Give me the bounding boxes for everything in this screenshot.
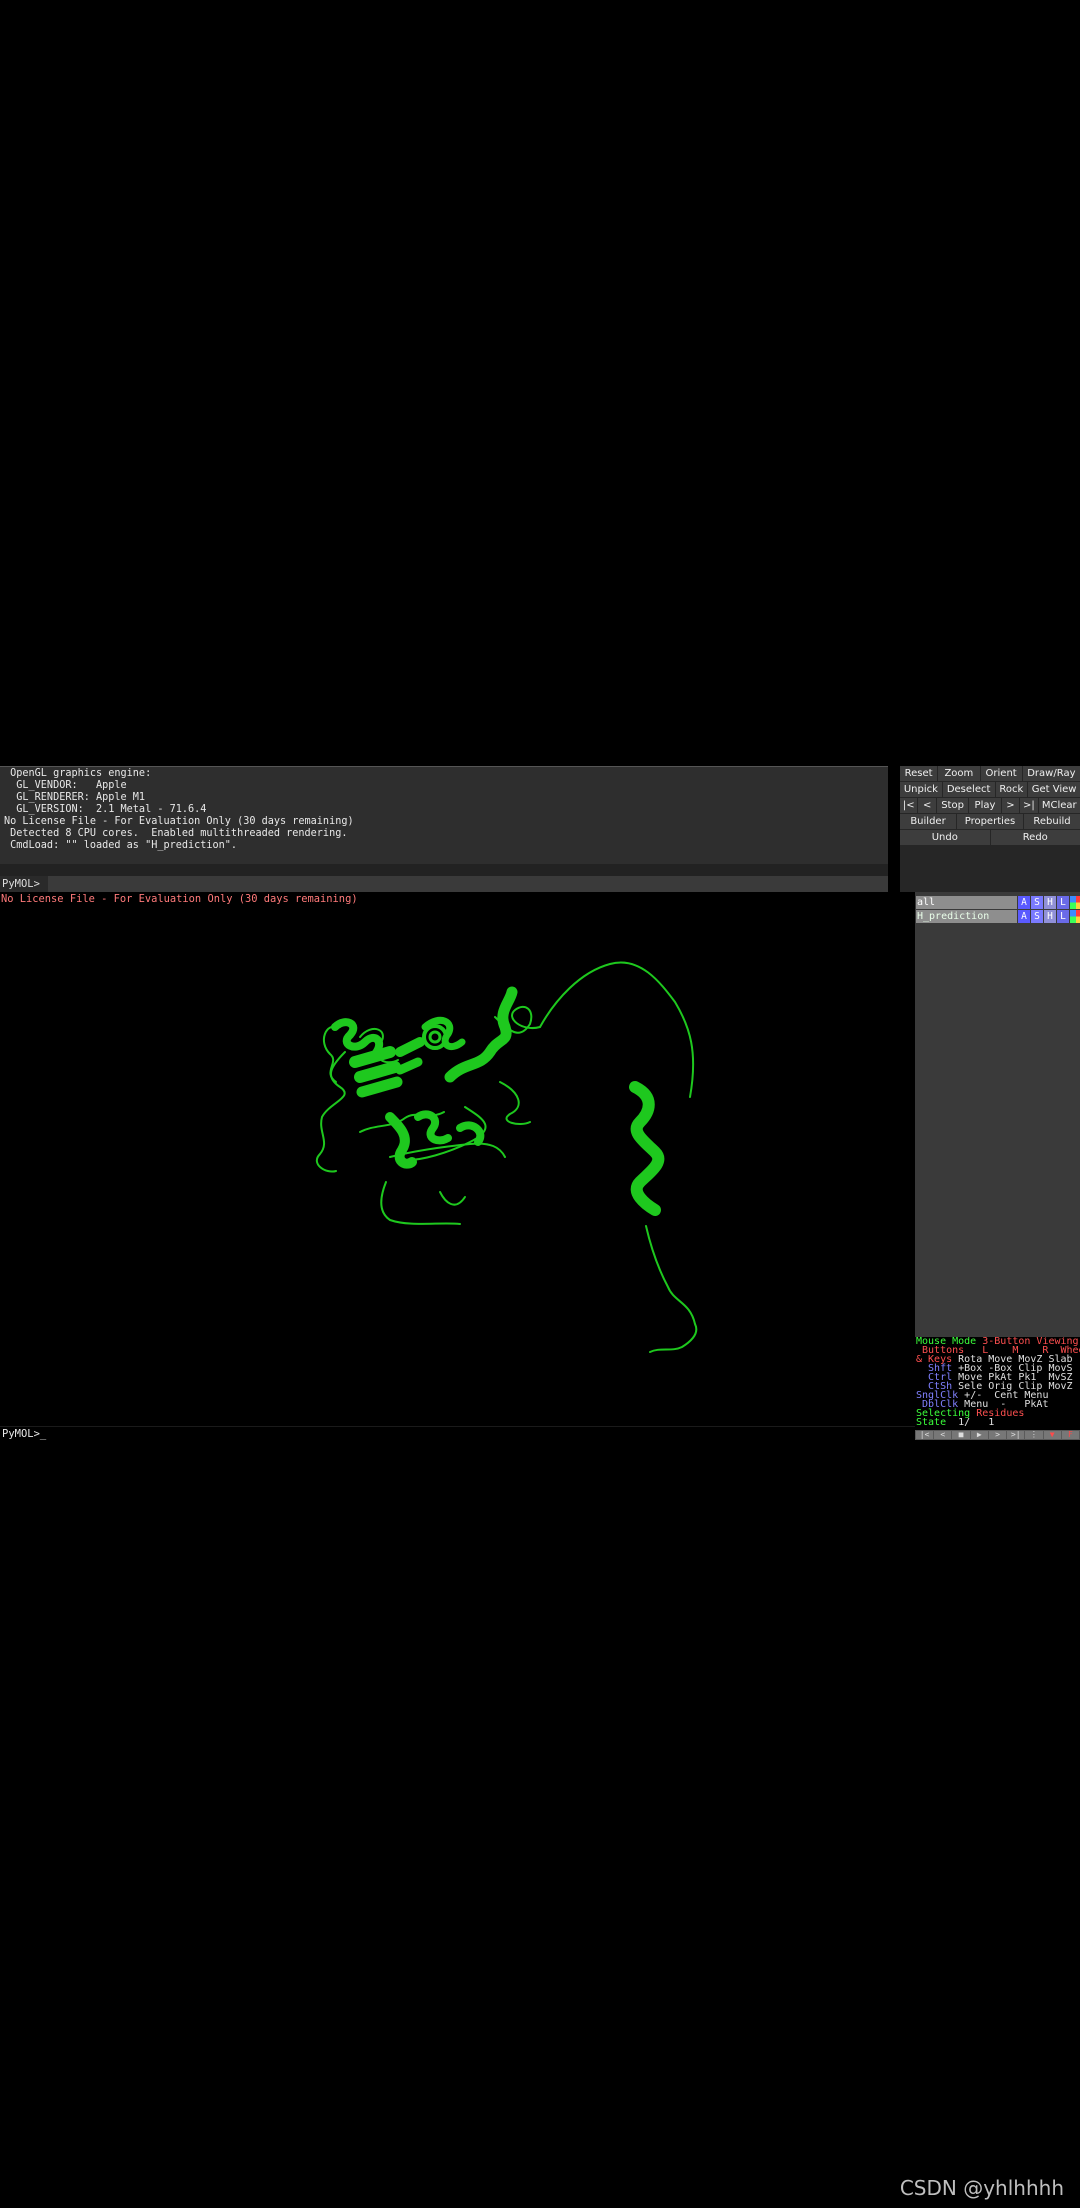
reset-button[interactable]: Reset bbox=[900, 766, 938, 781]
console-line: GL_RENDERER: Apple M1 bbox=[4, 792, 146, 803]
command-prompt: PyMOL> bbox=[0, 876, 48, 892]
dropdown-icon[interactable]: ▼ bbox=[1043, 1431, 1061, 1439]
redo-button[interactable]: Redo bbox=[990, 830, 1080, 845]
object-list-panel: all A S H L H_prediction A S H L bbox=[915, 892, 1080, 1337]
play-icon[interactable]: ▶ bbox=[970, 1431, 988, 1439]
rock-button[interactable]: Rock bbox=[995, 782, 1028, 797]
state-label: State bbox=[916, 1417, 947, 1428]
console-line: GL_VERSION: 2.1 Metal - 71.6.4 bbox=[4, 804, 207, 815]
console-line: CmdLoad: "" loaded as "H_prediction". bbox=[4, 840, 238, 851]
object-row-all[interactable]: all A S H L bbox=[915, 896, 1080, 909]
mouse-mode-panel[interactable]: Mouse Mode 3-Button Viewing Buttons L M … bbox=[915, 1337, 1080, 1430]
first-frame-button[interactable]: |< bbox=[900, 798, 918, 813]
last-frame-button[interactable]: >| bbox=[1020, 798, 1038, 813]
color-button-icon[interactable] bbox=[1070, 910, 1080, 923]
object-name[interactable]: H_prediction bbox=[916, 910, 1017, 923]
label-button[interactable]: L bbox=[1057, 910, 1069, 923]
play-button[interactable]: Play bbox=[969, 798, 1001, 813]
mclear-button[interactable]: MClear bbox=[1038, 798, 1080, 813]
prev-state-button[interactable]: < bbox=[934, 1431, 952, 1439]
console-output: OpenGL graphics engine: GL_VENDOR: Apple… bbox=[0, 766, 888, 864]
object-row-h-prediction[interactable]: H_prediction A S H L bbox=[915, 910, 1080, 923]
console-line: GL_VENDOR: Apple bbox=[4, 780, 127, 791]
console-line: No License File - For Evaluation Only (3… bbox=[4, 816, 354, 827]
state-value: 1/ 1 bbox=[946, 1417, 995, 1428]
console-line: OpenGL graphics engine: bbox=[4, 768, 152, 779]
hide-button[interactable]: H bbox=[1044, 910, 1056, 923]
get-view-button[interactable]: Get View bbox=[1028, 782, 1080, 797]
undo-button[interactable]: Undo bbox=[900, 830, 990, 845]
deselect-button[interactable]: Deselect bbox=[942, 782, 995, 797]
properties-button[interactable]: Properties bbox=[957, 814, 1023, 829]
orient-button[interactable]: Orient bbox=[980, 766, 1022, 781]
protein-cartoon[interactable] bbox=[0, 892, 915, 1425]
draw-ray-button[interactable]: Draw/Ray bbox=[1022, 766, 1080, 781]
hide-button[interactable]: H bbox=[1044, 896, 1056, 909]
console-spacer bbox=[0, 864, 888, 876]
object-name[interactable]: all bbox=[916, 896, 1017, 909]
console-line: Detected 8 CPU cores. Enabled multithrea… bbox=[4, 828, 348, 839]
zoom-button[interactable]: Zoom bbox=[938, 766, 980, 781]
state-indicator: State 1/ 1 bbox=[916, 1417, 995, 1428]
show-button[interactable]: S bbox=[1031, 910, 1043, 923]
watermark: CSDN @yhlhhhh bbox=[899, 2176, 1064, 2200]
stop-button[interactable]: Stop bbox=[936, 798, 969, 813]
next-state-button[interactable]: > bbox=[988, 1431, 1007, 1439]
command-input[interactable]: PyMOL> bbox=[0, 876, 888, 892]
viewer-command-prompt: PyMOL>_ bbox=[2, 1428, 47, 1440]
show-button[interactable]: S bbox=[1031, 896, 1043, 909]
action-button[interactable]: A bbox=[1018, 910, 1030, 923]
action-button[interactable]: A bbox=[1018, 896, 1030, 909]
fullscreen-button[interactable]: F bbox=[1061, 1431, 1079, 1439]
color-button-icon[interactable] bbox=[1070, 896, 1080, 909]
label-button[interactable]: L bbox=[1057, 896, 1069, 909]
last-state-button[interactable]: >| bbox=[1007, 1431, 1025, 1439]
license-warning: No License File - For Evaluation Only (3… bbox=[1, 893, 358, 905]
prev-frame-button[interactable]: < bbox=[918, 798, 936, 813]
next-frame-button[interactable]: > bbox=[1001, 798, 1020, 813]
builder-button[interactable]: Builder bbox=[900, 814, 956, 829]
rebuild-button[interactable]: Rebuild bbox=[1024, 814, 1080, 829]
button-panel: Reset Zoom Orient Draw/Ray Unpick Desele… bbox=[900, 766, 1080, 892]
menu-icon[interactable]: ⋮ bbox=[1025, 1431, 1043, 1439]
viewer-command-line[interactable] bbox=[0, 1426, 915, 1441]
playback-controls: |< < ■ ▶ > >| ⋮ ▼ F bbox=[915, 1430, 1080, 1440]
stop-icon[interactable]: ■ bbox=[952, 1431, 970, 1439]
first-state-button[interactable]: |< bbox=[916, 1431, 934, 1439]
unpick-button[interactable]: Unpick bbox=[900, 782, 942, 797]
